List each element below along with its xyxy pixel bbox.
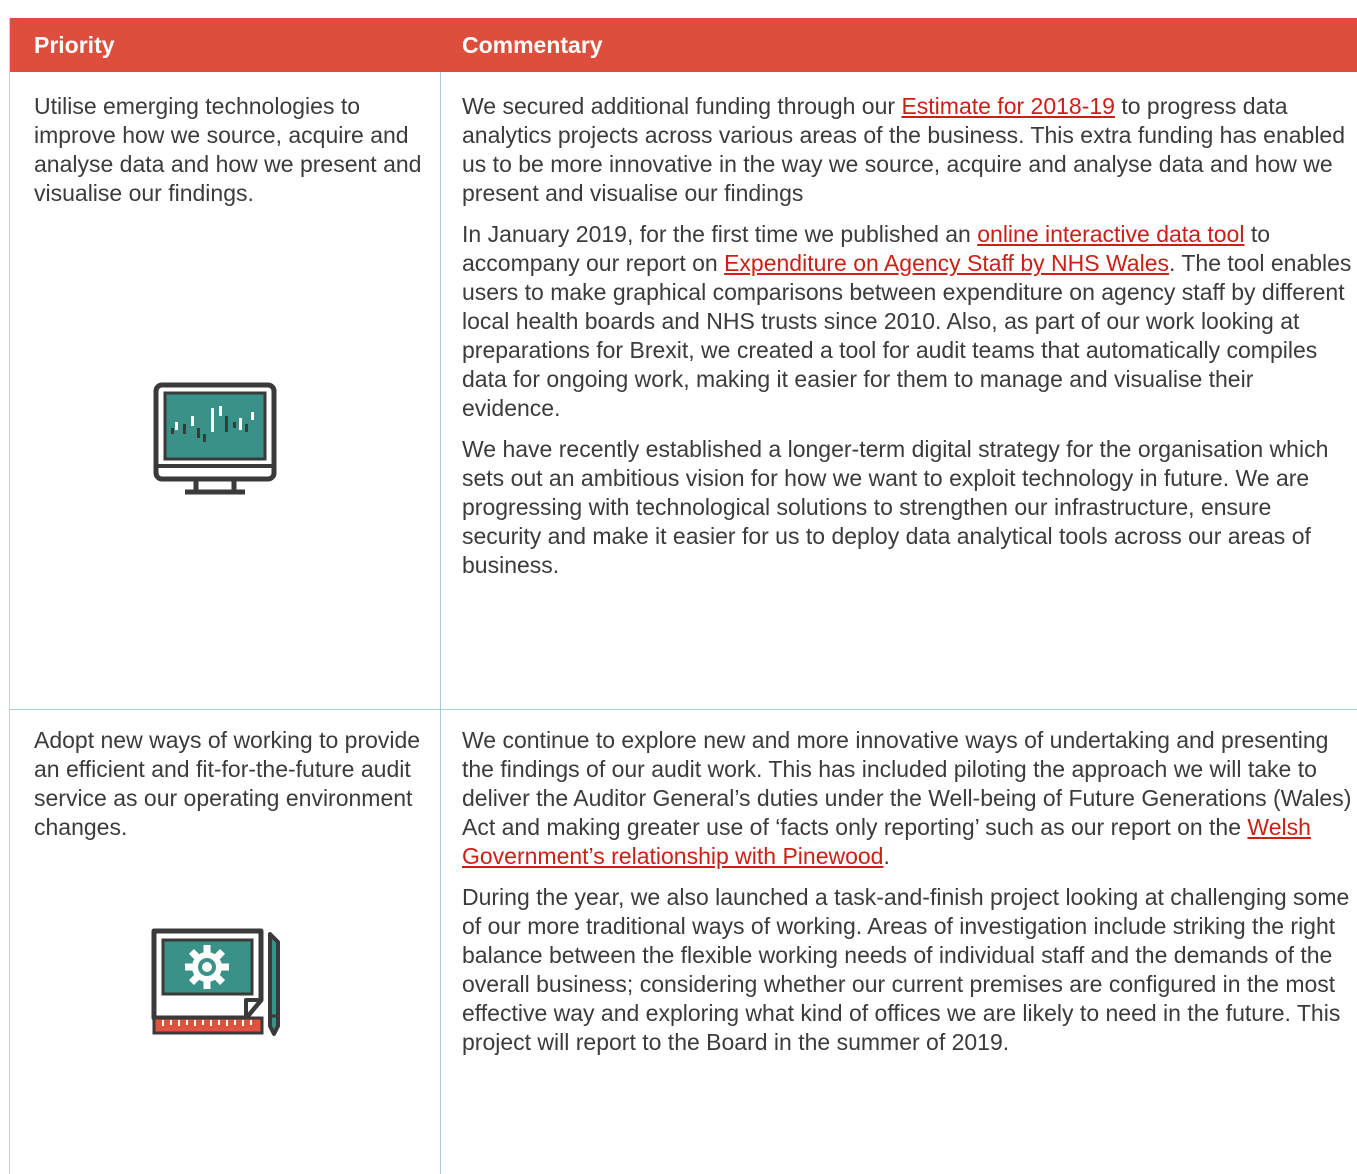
priority-column-header: Priority: [34, 32, 115, 58]
paragraph-text: We continue to explore new and more inno…: [462, 727, 1352, 840]
table-header: Priority Commentary: [10, 18, 1357, 72]
commentary-paragraph: We secured additional funding through ou…: [462, 92, 1352, 208]
paragraph-text: .: [883, 843, 890, 869]
online-data-tool-link[interactable]: online interactive data tool: [977, 221, 1244, 247]
commentary-cell-1: We secured additional funding through ou…: [462, 92, 1352, 592]
estimate-2018-19-link[interactable]: Estimate for 2018-19: [901, 93, 1115, 119]
commentary-column-header: Commentary: [462, 32, 603, 58]
priority-text-2: Adopt new ways of working to provide an …: [34, 727, 421, 840]
design-gear-pencil-icon: [151, 928, 280, 1036]
paragraph-text: We secured additional funding through ou…: [462, 93, 902, 119]
commentary-paragraph: In January 2019, for the first time we p…: [462, 220, 1352, 423]
row-divider: [10, 709, 1357, 710]
priority-text-1: Utilise emerging technologies to improve…: [34, 93, 422, 206]
paragraph-text: In January 2019, for the first time we p…: [462, 221, 978, 247]
agency-staff-report-link[interactable]: Expenditure on Agency Staff by NHS Wales: [724, 250, 1169, 276]
commentary-paragraph: We continue to explore new and more inno…: [462, 726, 1352, 871]
monitor-chart-icon: [153, 382, 277, 495]
commentary-paragraph: We have recently established a longer-te…: [462, 436, 1329, 578]
commentary-cell-2: We continue to explore new and more inno…: [462, 726, 1352, 1069]
commentary-paragraph: During the year, we also launched a task…: [462, 884, 1350, 1055]
column-divider: [440, 72, 441, 1174]
priority-commentary-table: Priority Commentary Utilise emerging tec…: [9, 18, 1357, 1174]
